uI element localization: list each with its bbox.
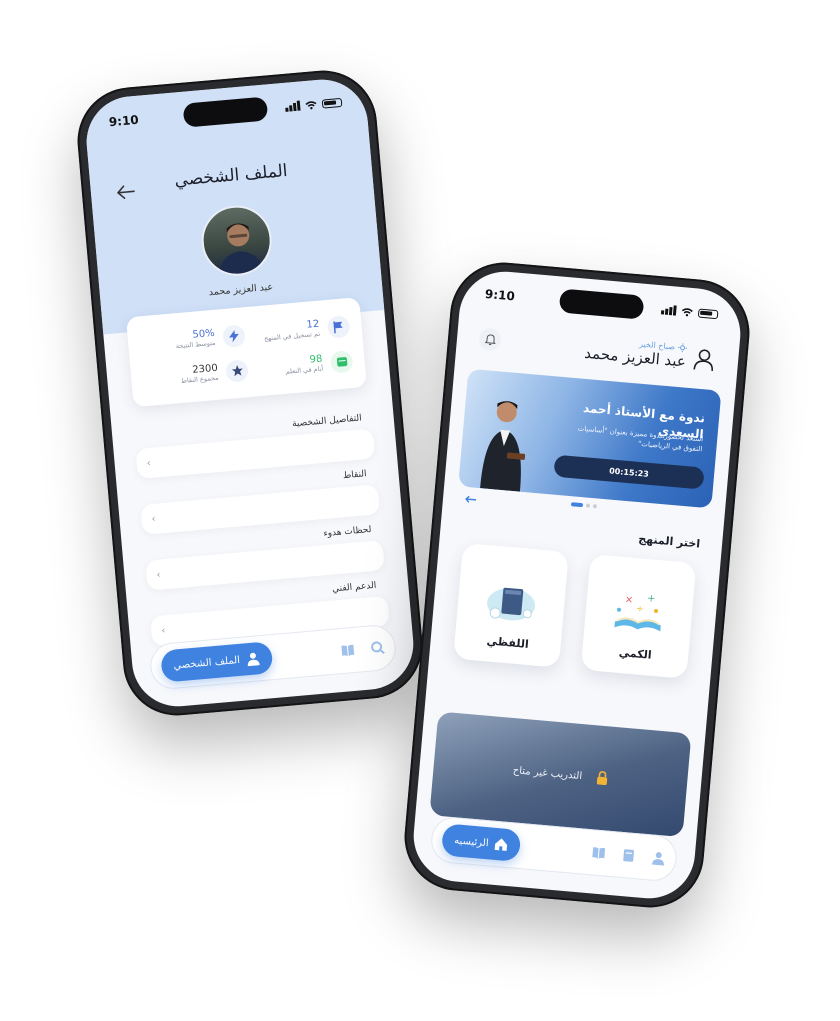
lock-icon (596, 771, 607, 786)
battery-icon (697, 308, 719, 319)
chevron-left-icon: ‹ (151, 513, 157, 525)
book-cloud-illustration (487, 587, 536, 621)
course-card-verbal[interactable]: اللفظي (453, 542, 569, 668)
chevron-left-icon: ‹ (160, 624, 166, 637)
svg-text:÷: ÷ (636, 604, 644, 615)
book-open-icon[interactable] (591, 845, 606, 860)
nav-profile-button[interactable]: الملف الشخصي (160, 641, 274, 683)
home-screen: 9:10 صباح الخير عبد العزيز محمد ندوة مع … (409, 267, 745, 903)
book-icon[interactable] (340, 643, 355, 658)
user-icon[interactable] (651, 851, 666, 866)
webinar-banner[interactable]: ندوة مع الأستاذ أحمد السعدي استعد لحضور … (458, 368, 722, 509)
math-book-illustration: × + ÷ (614, 593, 661, 632)
status-time: 9:10 (108, 112, 140, 130)
stat-label: أيام في التعلم (285, 364, 324, 376)
search-icon[interactable] (370, 640, 385, 655)
home-icon (495, 838, 508, 851)
user-icon[interactable] (691, 346, 717, 372)
settings-menu: التفاصيل الشخصية ‹ النقاط ‹ لحظات هدوء ‹… (134, 407, 391, 657)
speaker-photo (480, 401, 526, 492)
profile-screen: 9:10 الملف الشخصي عبد العزيز محمد 50% متو… (82, 75, 418, 711)
profile-phone: 9:10 الملف الشخصي عبد العزيز محمد 50% متو… (73, 66, 427, 720)
section-title: اختر المنهج (637, 532, 701, 551)
course-card-quantitative[interactable]: × + ÷ الكمي (580, 554, 697, 679)
signal-icon (285, 100, 301, 112)
star-icon (225, 358, 249, 383)
course-label: الكمي (618, 645, 653, 662)
battery-icon (321, 97, 343, 109)
chevron-left-icon: ‹ (146, 457, 152, 469)
nav-home-button[interactable]: الرئيسيه (440, 823, 522, 863)
calendar-icon (329, 349, 354, 374)
signal-icon (660, 304, 677, 316)
nav-profile-label: الملف الشخصي (172, 654, 241, 672)
svg-text:+: + (647, 593, 656, 605)
stats-card: 50% متوسط النتيجة 12 تم تسجيل في المنهج 23… (125, 297, 367, 408)
home-phone: 9:10 صباح الخير عبد العزيز محمد ندوة مع … (400, 258, 754, 912)
svg-text:×: × (624, 594, 633, 606)
wifi-icon (681, 307, 693, 316)
notebook-icon[interactable] (621, 848, 636, 863)
stat-label: مجموع النقاط (180, 373, 219, 385)
wifi-icon (305, 100, 317, 109)
lightning-icon (222, 323, 246, 348)
greeting: صباح الخير عبد العزيز محمد (584, 335, 718, 373)
chevron-left-icon: ‹ (156, 569, 161, 581)
nav-home-label: الرئيسيه (453, 834, 490, 849)
arrow-left-icon[interactable] (465, 495, 478, 504)
status-time: 9:10 (484, 286, 516, 304)
notification-bell-icon[interactable] (478, 327, 502, 352)
dynamic-island (558, 288, 645, 320)
stat-label: متوسط النتيجة (175, 338, 216, 350)
user-icon (247, 652, 260, 667)
flag-icon (326, 314, 351, 339)
course-label: اللفظي (486, 634, 530, 651)
locked-training-label: التدريب غير متاح (512, 764, 583, 782)
countdown-timer: 00:15:23 (553, 454, 705, 490)
